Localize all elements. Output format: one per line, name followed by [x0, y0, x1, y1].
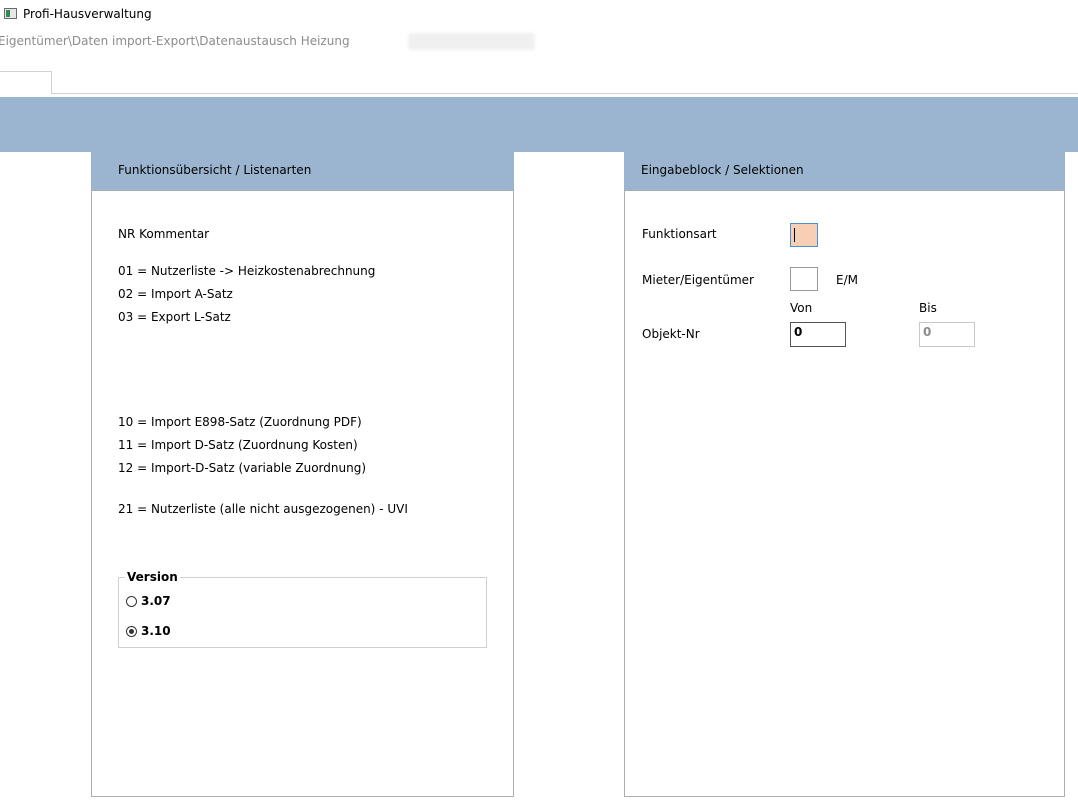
function-overview-panel: NR Kommentar 01 = Nutzerliste -> Heizkos…: [91, 190, 514, 797]
window-title: Profi-Hausverwaltung: [23, 7, 152, 21]
column-header: NR Kommentar: [118, 227, 210, 241]
funktionsart-label: Funktionsart: [642, 227, 717, 241]
list-item: 01 = Nutzerliste -> Heizkostenabrechnung: [118, 264, 376, 278]
version-option-label: 3.07: [141, 594, 171, 608]
list-item: 03 = Export L-Satz: [118, 310, 231, 324]
version-legend: Version: [125, 570, 180, 584]
input-selection-panel: Funktionsart Mieter/Eigentümer E/M Von B…: [624, 190, 1065, 797]
mieter-eigentuemer-label: Mieter/Eigentümer: [642, 273, 754, 287]
objekt-nr-label: Objekt-Nr: [642, 327, 700, 341]
bis-label: Bis: [919, 301, 937, 315]
left-panel-header: Funktionsübersicht / Listenarten: [91, 152, 514, 190]
app-icon: [4, 8, 17, 19]
radio-checked-icon[interactable]: [126, 625, 137, 637]
breadcrumb: Eigentümer\Daten import-Export\Datenaust…: [0, 34, 350, 48]
list-item: 02 = Import A-Satz: [118, 287, 233, 301]
header-band: [0, 97, 1078, 152]
mieter-eigentuemer-input[interactable]: [790, 267, 818, 291]
objekt-nr-bis-input[interactable]: 0: [919, 322, 975, 347]
tab-strip-divider: [52, 93, 1078, 94]
list-item: 12 = Import-D-Satz (variable Zuordnung): [118, 461, 366, 475]
list-item: 21 = Nutzerliste (alle nicht ausgezogene…: [118, 502, 408, 516]
version-option-label: 3.10: [141, 624, 171, 638]
version-option-3-10[interactable]: 3.10: [126, 624, 171, 638]
right-panel-header: Eingabeblock / Selektionen: [624, 152, 1065, 190]
list-item: 10 = Import E898-Satz (Zuordnung PDF): [118, 415, 362, 429]
funktionsart-input[interactable]: [790, 223, 818, 247]
redacted-area: [408, 33, 535, 50]
von-label: Von: [790, 301, 813, 315]
mieter-hint: E/M: [836, 273, 858, 287]
version-group: Version 3.07 3.10: [118, 570, 487, 648]
radio-unchecked-icon[interactable]: [126, 595, 137, 607]
title-bar: [0, 0, 1078, 30]
tab-active[interactable]: [0, 71, 52, 94]
version-option-3-07[interactable]: 3.07: [126, 594, 171, 608]
list-item: 11 = Import D-Satz (Zuordnung Kosten): [118, 438, 358, 452]
objekt-nr-von-input[interactable]: 0: [790, 322, 846, 347]
